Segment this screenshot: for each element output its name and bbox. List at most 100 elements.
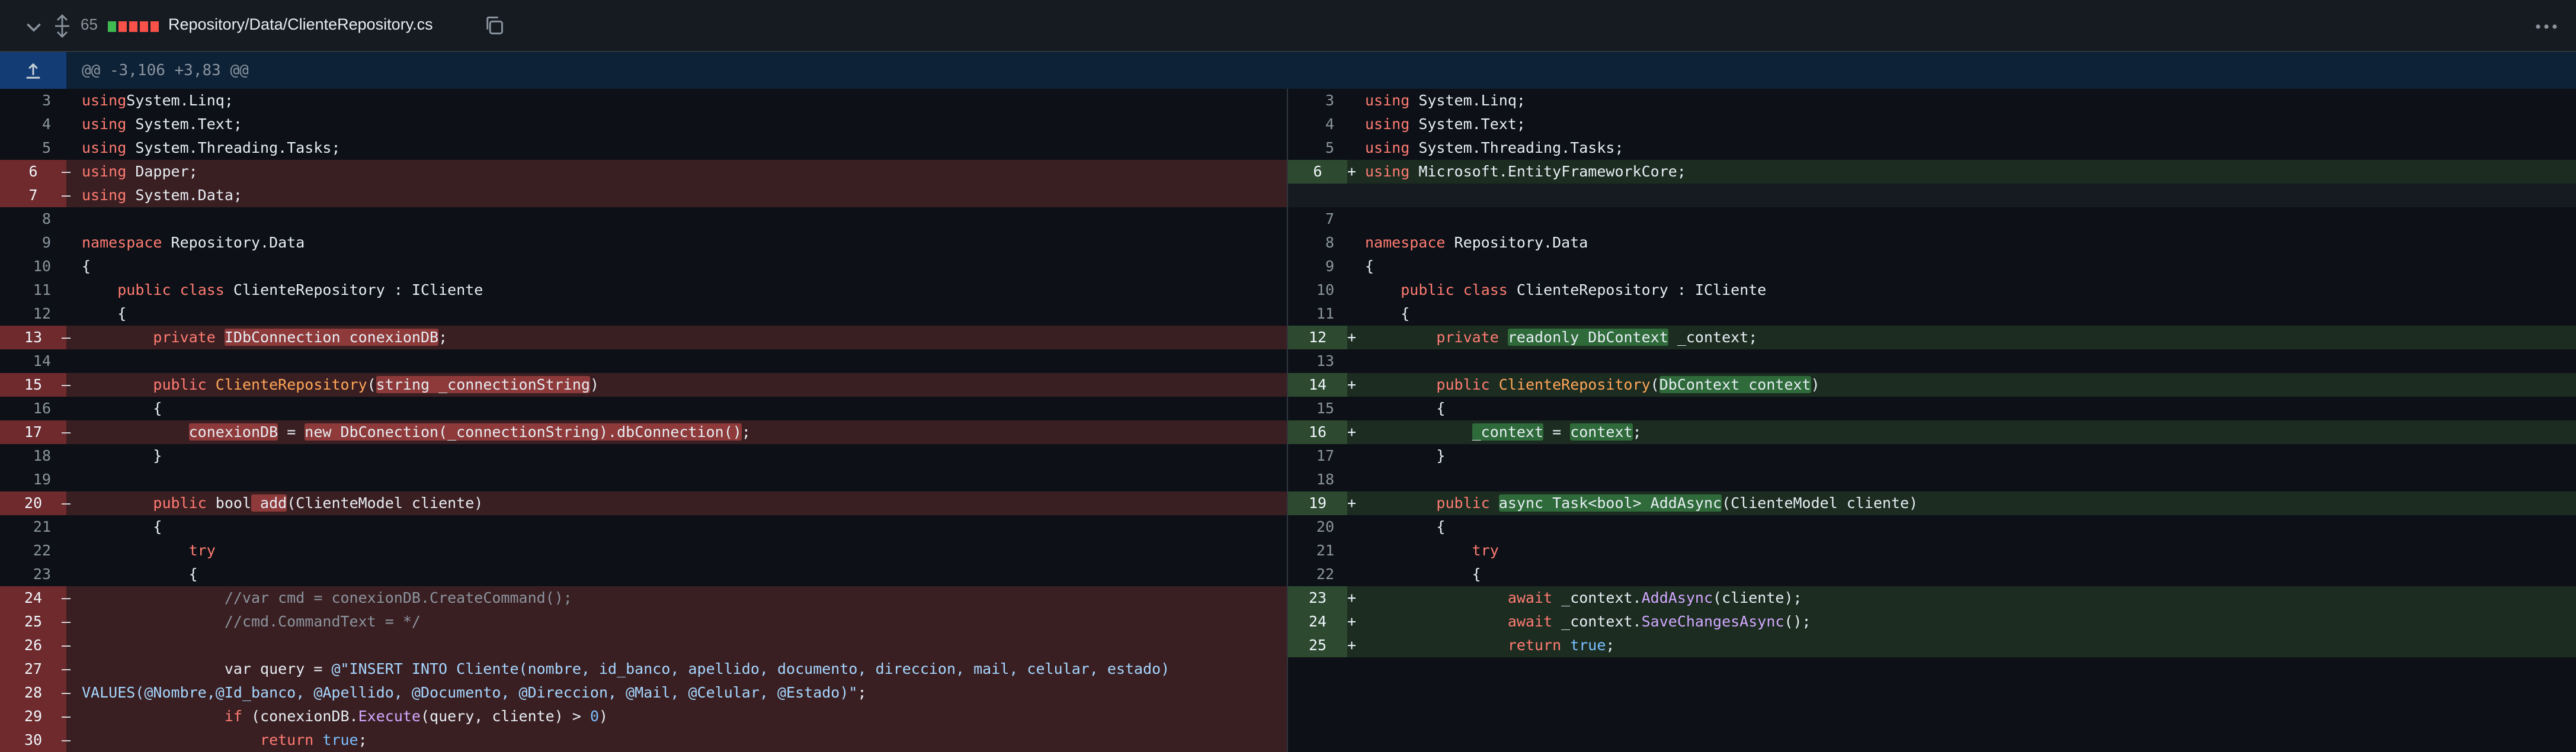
line-number[interactable]: 11 <box>1288 302 1334 326</box>
line-number[interactable]: 9 <box>0 231 51 255</box>
diff-line: 7– using System.Data; <box>0 184 1287 207</box>
diff-pane-left: 3 usingSystem.Linq; 4 using System.Text; 5 us… <box>0 89 1287 752</box>
line-number[interactable]: 16 <box>0 397 51 420</box>
line-number[interactable]: 19 <box>1288 491 1347 515</box>
line-number[interactable]: 15 <box>1288 397 1334 420</box>
line-number[interactable]: 11 <box>0 278 51 302</box>
diff-line: 18 <box>1288 468 2576 491</box>
line-number[interactable]: 20 <box>1288 515 1334 539</box>
code-token: _context. <box>1552 589 1642 606</box>
line-number[interactable]: 7 <box>1288 207 1334 231</box>
chevron-down-icon[interactable] <box>24 17 44 37</box>
line-number[interactable]: 3 <box>1288 89 1334 113</box>
diff-line: 4 using System.Text; <box>1288 113 2576 136</box>
code-token: using <box>82 115 127 133</box>
line-number[interactable]: 24 <box>0 586 66 610</box>
diffstat-block <box>108 21 116 32</box>
code-text: try <box>1365 539 1499 563</box>
code-token: } <box>1365 447 1446 464</box>
line-number[interactable]: 21 <box>0 515 51 539</box>
line-number[interactable]: 8 <box>0 207 51 231</box>
diffstat-block <box>129 21 137 32</box>
changes-count: 65 <box>81 15 98 33</box>
line-number[interactable]: 5 <box>1288 136 1334 160</box>
line-number[interactable]: 23 <box>1288 586 1347 610</box>
line-number[interactable]: 22 <box>1288 563 1334 586</box>
code-text: using System.Linq; <box>1365 89 1526 113</box>
line-number[interactable]: 9 <box>1288 255 1334 278</box>
line-number[interactable]: 3 <box>0 89 51 113</box>
line-number[interactable]: 23 <box>0 563 51 586</box>
line-number[interactable]: 18 <box>1288 468 1334 491</box>
diff-line: 14 + public ClienteRepository(DbContext c… <box>1288 373 2576 397</box>
code-token: Dapper; <box>126 163 198 180</box>
line-number[interactable]: 7 <box>0 184 66 207</box>
line-number[interactable]: 24 <box>1288 610 1347 634</box>
code-token: readonly DbContext <box>1507 329 1668 346</box>
line-number[interactable]: 25 <box>1288 634 1347 657</box>
line-number[interactable]: 27 <box>0 657 66 681</box>
code-text: } <box>1365 444 1445 468</box>
code-token: using <box>1365 163 1410 180</box>
line-number[interactable]: 18 <box>0 444 51 468</box>
code-token: private <box>153 329 216 346</box>
code-text: public async Task<bool> AddAsync(Cliente… <box>1365 491 1918 515</box>
file-path[interactable]: Repository/Data/ClienteRepository.cs <box>168 15 433 34</box>
copy-icon[interactable] <box>483 14 505 37</box>
expand-up-icon[interactable] <box>23 60 44 82</box>
line-number[interactable]: 16 <box>1288 420 1347 444</box>
line-number[interactable]: 13 <box>0 326 66 349</box>
diff-line: 6– using Dapper; <box>0 160 1287 184</box>
code-token: Repository.Data <box>1445 234 1588 251</box>
line-number[interactable]: 8 <box>1288 231 1334 255</box>
code-text: var query = @"INSERT INTO Cliente(nombre… <box>82 657 1170 681</box>
line-number[interactable]: 25 <box>0 610 66 634</box>
line-number[interactable]: 29 <box>0 705 66 728</box>
expand-all-icon[interactable] <box>52 14 72 38</box>
line-number[interactable]: 30 <box>0 728 66 752</box>
line-number[interactable]: 5 <box>0 136 51 160</box>
line-number[interactable]: 17 <box>1288 444 1334 468</box>
line-number[interactable]: 6 <box>1288 160 1347 184</box>
line-number[interactable]: 12 <box>1288 326 1347 349</box>
line-number[interactable]: 4 <box>1288 113 1334 136</box>
line-number[interactable]: 12 <box>0 302 51 326</box>
code-text: { <box>1365 255 1374 278</box>
line-number[interactable]: 17 <box>0 420 66 444</box>
line-number[interactable]: 10 <box>1288 278 1334 302</box>
line-number[interactable]: 22 <box>0 539 51 563</box>
line-number[interactable]: 21 <box>1288 539 1334 563</box>
code-token: await <box>1507 589 1553 606</box>
line-number[interactable]: 14 <box>0 349 51 373</box>
line-number[interactable]: 28 <box>0 681 66 705</box>
line-number[interactable]: 10 <box>0 255 51 278</box>
line-number[interactable]: 19 <box>0 468 51 491</box>
diff-marker: – <box>62 494 71 512</box>
diff-line: 12 + private readonly DbContext _context; <box>1288 326 2576 349</box>
line-number[interactable]: 4 <box>0 113 51 136</box>
kebab-menu-icon[interactable] <box>2535 18 2558 36</box>
diff-marker: + <box>1347 613 1357 630</box>
diff-line: 28– VALUES(@Nombre,@Id_banco, @Apellido, … <box>0 681 1287 705</box>
line-number[interactable]: 14 <box>1288 373 1347 397</box>
line-number[interactable]: 6 <box>0 160 66 184</box>
diff-line: 19 <box>0 468 1287 491</box>
line-number[interactable]: 13 <box>1288 349 1334 373</box>
line-number[interactable]: 15 <box>0 373 66 397</box>
code-token: { <box>1365 400 1446 417</box>
code-token: IDbConnection conexionDB <box>224 329 439 346</box>
line-number[interactable]: 26 <box>0 634 66 657</box>
diff-line: 8 namespace Repository.Data <box>1288 231 2576 255</box>
diff-marker: + <box>1347 329 1357 346</box>
code-text: using System.Text; <box>82 113 242 136</box>
line-number[interactable]: 20 <box>0 491 66 515</box>
diff-line: 21 { <box>0 515 1287 539</box>
